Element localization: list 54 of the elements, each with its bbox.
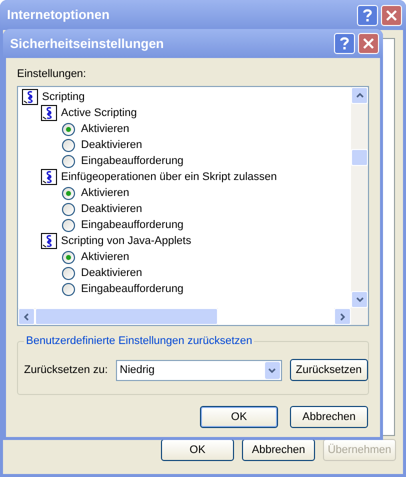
dialog-button[interactable]: OK bbox=[161, 439, 234, 461]
setting-label: Einfügeoperationen über ein Skript zulassen bbox=[61, 170, 277, 185]
settings-label: Einstellungen: bbox=[17, 67, 88, 82]
radio-button[interactable] bbox=[62, 250, 75, 264]
radio-button[interactable] bbox=[62, 122, 75, 136]
close-button[interactable] bbox=[381, 4, 402, 26]
radio-button[interactable] bbox=[62, 282, 75, 296]
close-icon bbox=[386, 10, 397, 20]
radio-button[interactable] bbox=[62, 138, 75, 152]
radio-button[interactable] bbox=[62, 186, 75, 200]
dialog-button[interactable]: Abbrechen bbox=[242, 439, 315, 461]
group-legend: Benutzerdefinierte Einstellungen zurücksetzen bbox=[24, 333, 254, 350]
radio-button[interactable] bbox=[62, 266, 75, 280]
radio-button[interactable] bbox=[62, 202, 75, 216]
script-icon bbox=[41, 105, 57, 121]
scroll-thumb[interactable] bbox=[351, 149, 368, 166]
dialog-title: Sicherheitseinstellungen bbox=[10, 34, 164, 53]
script-icon bbox=[22, 89, 38, 105]
dialog-button[interactable]: Abbrechen bbox=[290, 406, 368, 428]
close-icon bbox=[363, 38, 374, 49]
level-dropdown[interactable]: Niedrig bbox=[116, 360, 282, 380]
caret-icon bbox=[268, 368, 276, 372]
horizontal-scrollbar[interactable] bbox=[18, 308, 368, 325]
help-button[interactable] bbox=[334, 33, 355, 54]
scroll-right-button[interactable] bbox=[334, 308, 351, 325]
script-icon bbox=[41, 233, 57, 249]
help-button[interactable] bbox=[357, 4, 378, 26]
window-title: Internetoptionen bbox=[7, 6, 110, 24]
radio-button[interactable] bbox=[62, 218, 75, 232]
option-label: Deaktivieren bbox=[81, 138, 142, 153]
option-label: Eingabeaufforderung bbox=[81, 154, 184, 169]
dialog-button[interactable]: OK bbox=[200, 406, 278, 428]
close-button[interactable] bbox=[358, 33, 379, 54]
setting-label: Scripting von Java-Applets bbox=[61, 234, 192, 249]
scroll-left-button[interactable] bbox=[18, 308, 35, 325]
option-label: Aktivieren bbox=[81, 250, 130, 265]
script-icon bbox=[41, 169, 57, 185]
reset-label: Zurücksetzen zu: bbox=[24, 362, 108, 378]
option-label: Aktivieren bbox=[81, 122, 130, 137]
vertical-scrollbar[interactable] bbox=[351, 87, 368, 308]
option-label: Aktivieren bbox=[81, 186, 130, 201]
category-label: Scripting bbox=[42, 90, 85, 105]
option-label: Eingabeaufforderung bbox=[81, 218, 184, 233]
scroll-thumb[interactable] bbox=[35, 308, 218, 325]
help-icon bbox=[363, 8, 372, 22]
radio-button[interactable] bbox=[62, 154, 75, 168]
setting-label: Active Scripting bbox=[61, 106, 137, 121]
option-label: Deaktivieren bbox=[81, 202, 142, 217]
option-label: Deaktivieren bbox=[81, 266, 142, 281]
scroll-down-button[interactable] bbox=[351, 291, 368, 308]
scroll-up-button[interactable] bbox=[351, 87, 368, 104]
reset-button[interactable]: Zurücksetzen bbox=[290, 359, 368, 381]
help-icon bbox=[340, 37, 349, 50]
option-label: Eingabeaufforderung bbox=[81, 282, 184, 297]
